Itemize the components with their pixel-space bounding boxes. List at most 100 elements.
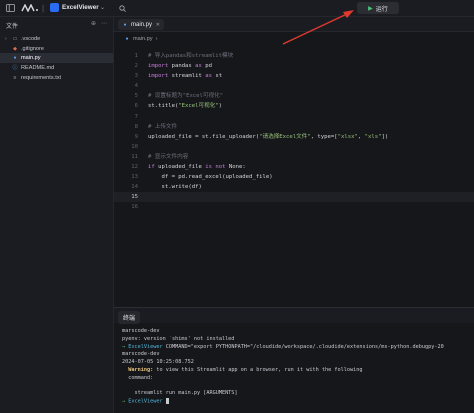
sidebar-toggle-icon[interactable] <box>5 3 15 13</box>
line-number: 12 <box>131 164 138 171</box>
code-token: "请选择Excel文件" <box>259 133 311 140</box>
file-item[interactable]: ◆ .gitignore <box>0 44 113 54</box>
code-line[interactable]: 1 # 导入pandas和streamlit模块 <box>114 51 474 61</box>
line-number: 15 <box>131 194 138 201</box>
file-item[interactable]: ● main.py <box>0 53 113 64</box>
editor-tab-bar: ● main.py ✕ <box>114 17 474 32</box>
line-number: 5 <box>134 93 138 100</box>
tab-main-py[interactable]: ● main.py ✕ <box>118 19 164 30</box>
code-token: None: <box>225 164 246 171</box>
terminal-text: streamlit run main.py [ARGUMENTS] <box>122 390 238 397</box>
terminal-output[interactable]: marscode-dev pyenv: version `shims' not i… <box>122 328 472 406</box>
chevron-right-icon: › <box>5 35 7 42</box>
markdown-icon: ⓘ <box>12 65 18 72</box>
code-line[interactable]: 7 <box>114 112 474 122</box>
file-item[interactable]: › ▭ .vscode <box>0 34 113 44</box>
tab-terminal[interactable]: 终端 <box>118 311 141 324</box>
code-token: "xls" <box>364 133 382 140</box>
code-text: import streamlit as st <box>148 71 222 81</box>
code-token: # 显示文件内容 <box>148 153 189 160</box>
code-text: st.write(df) <box>148 182 202 192</box>
code-line[interactable]: 11 # 显示文件内容 <box>114 152 474 162</box>
code-token: st.write(df) <box>148 184 202 191</box>
app-badge-icon <box>50 3 59 12</box>
code-token: uploaded_file <box>154 164 206 171</box>
code-line[interactable]: 15 <box>114 192 474 203</box>
terminal-line: marscode-dev <box>122 328 472 336</box>
code-area[interactable]: 1 # 导入pandas和streamlit模块 2 import pandas as… <box>114 51 474 213</box>
code-line[interactable]: 16 <box>114 202 474 212</box>
new-file-icon[interactable]: ⊕ <box>91 20 96 27</box>
line-number: 14 <box>131 184 138 191</box>
python-icon: ● <box>13 55 17 62</box>
line-number: 3 <box>134 73 138 80</box>
terminal-text: Warning: <box>122 366 154 373</box>
code-token: , type=[ <box>310 133 338 140</box>
terminal-line: → ExcelViewer <box>122 398 472 406</box>
close-icon[interactable]: ✕ <box>156 22 160 28</box>
terminal-line: marscode-dev <box>122 351 472 359</box>
line-number: 1 <box>134 53 138 59</box>
chevron-down-icon[interactable]: ⌄ <box>100 4 105 11</box>
code-line[interactable]: 3 import streamlit as st <box>114 71 474 81</box>
code-token: is not <box>205 164 226 171</box>
code-line[interactable]: 5 # 设置标题为"Excel可视化" <box>114 91 474 101</box>
folder-icon: ▭ <box>12 35 18 42</box>
play-icon: ▶ <box>368 5 373 12</box>
terminal-cursor <box>165 398 169 405</box>
file-item[interactable]: ≡ requirements.txt <box>0 73 113 83</box>
explorer-title: 文件 <box>6 24 19 30</box>
file-explorer: 文件 ⊕ ⋯ › ▭ .vscode ◆ .gitignore ● main.py ⓘ READ… <box>0 17 114 413</box>
terminal-line: → ExcelViewer COMMAND="export PYTHONPATH… <box>122 344 472 352</box>
code-line[interactable]: 2 import pandas as pd <box>114 61 474 71</box>
code-token: pandas <box>168 63 196 70</box>
run-button[interactable]: ▶ 运行 <box>357 2 399 14</box>
code-text: # 显示文件内容 <box>148 152 188 162</box>
code-editor: ● main.py ✕ ● main.py › 1 # 导入pandas和stre… <box>114 17 474 307</box>
breadcrumb-file[interactable]: main.py <box>133 36 153 42</box>
code-token: st <box>212 73 223 80</box>
terminal-line: pyenv: version `shims' not installed <box>122 336 472 344</box>
code-token: uploaded_file = st.file_uploader( <box>148 133 260 140</box>
code-token: import <box>148 73 169 80</box>
explorer-actions: ⊕ ⋯ <box>91 20 107 27</box>
terminal-text: 2024-07-05 10:25:08.752 <box>122 359 194 366</box>
chevron-right-icon: › <box>155 36 158 42</box>
text-file-icon: ≡ <box>13 74 17 81</box>
code-line[interactable]: 4 <box>114 81 474 91</box>
code-line[interactable]: 13 df = pd.read_excel(uploaded_file) <box>114 172 474 182</box>
code-token: # 导入pandas和streamlit模块 <box>148 53 234 59</box>
app-title[interactable]: ExcelViewer <box>62 4 99 11</box>
git-icon: ◆ <box>13 45 17 52</box>
file-name: README.md <box>21 64 55 71</box>
terminal-text: ExcelViewer <box>128 343 163 350</box>
file-item[interactable]: ⓘ README.md <box>0 63 113 73</box>
code-line[interactable]: 6 st.title("Excel可视化") <box>114 101 474 111</box>
code-token: # 上传文件 <box>148 123 178 130</box>
tab-label: main.py <box>131 21 153 28</box>
code-line[interactable]: 12 if uploaded_file is not None: <box>114 162 474 172</box>
line-number: 8 <box>134 123 138 130</box>
code-text: # 设置标题为"Excel可视化" <box>148 91 223 101</box>
code-line[interactable]: 10 <box>114 142 474 152</box>
more-options-icon[interactable]: ⋯ <box>101 20 107 27</box>
terminal-text: pyenv: version `shims' not installed <box>122 335 235 342</box>
code-token: df = pd.read_excel(uploaded_file) <box>148 174 273 181</box>
code-line[interactable]: 9 uploaded_file = st.file_uploader("请选择Ex… <box>114 132 474 142</box>
code-token: as <box>195 63 202 70</box>
terminal-tab-bar: 终端 <box>114 308 474 324</box>
file-name: .vscode <box>21 35 41 42</box>
code-token: "Excel可视化" <box>178 103 219 110</box>
search-icon[interactable] <box>118 3 126 13</box>
code-token: ) <box>218 103 223 110</box>
code-token: if <box>148 164 155 171</box>
code-token: ]) <box>381 133 389 140</box>
code-line[interactable]: 14 st.write(df) <box>114 182 474 192</box>
code-line[interactable]: 8 # 上传文件 <box>114 122 474 132</box>
code-text: uploaded_file = st.file_uploader("请选择Exc… <box>148 132 388 142</box>
file-name: requirements.txt <box>21 74 62 81</box>
code-token: as <box>205 73 213 80</box>
terminal-line: 2024-07-05 10:25:08.752 <box>122 359 472 367</box>
divider: | <box>41 3 45 13</box>
